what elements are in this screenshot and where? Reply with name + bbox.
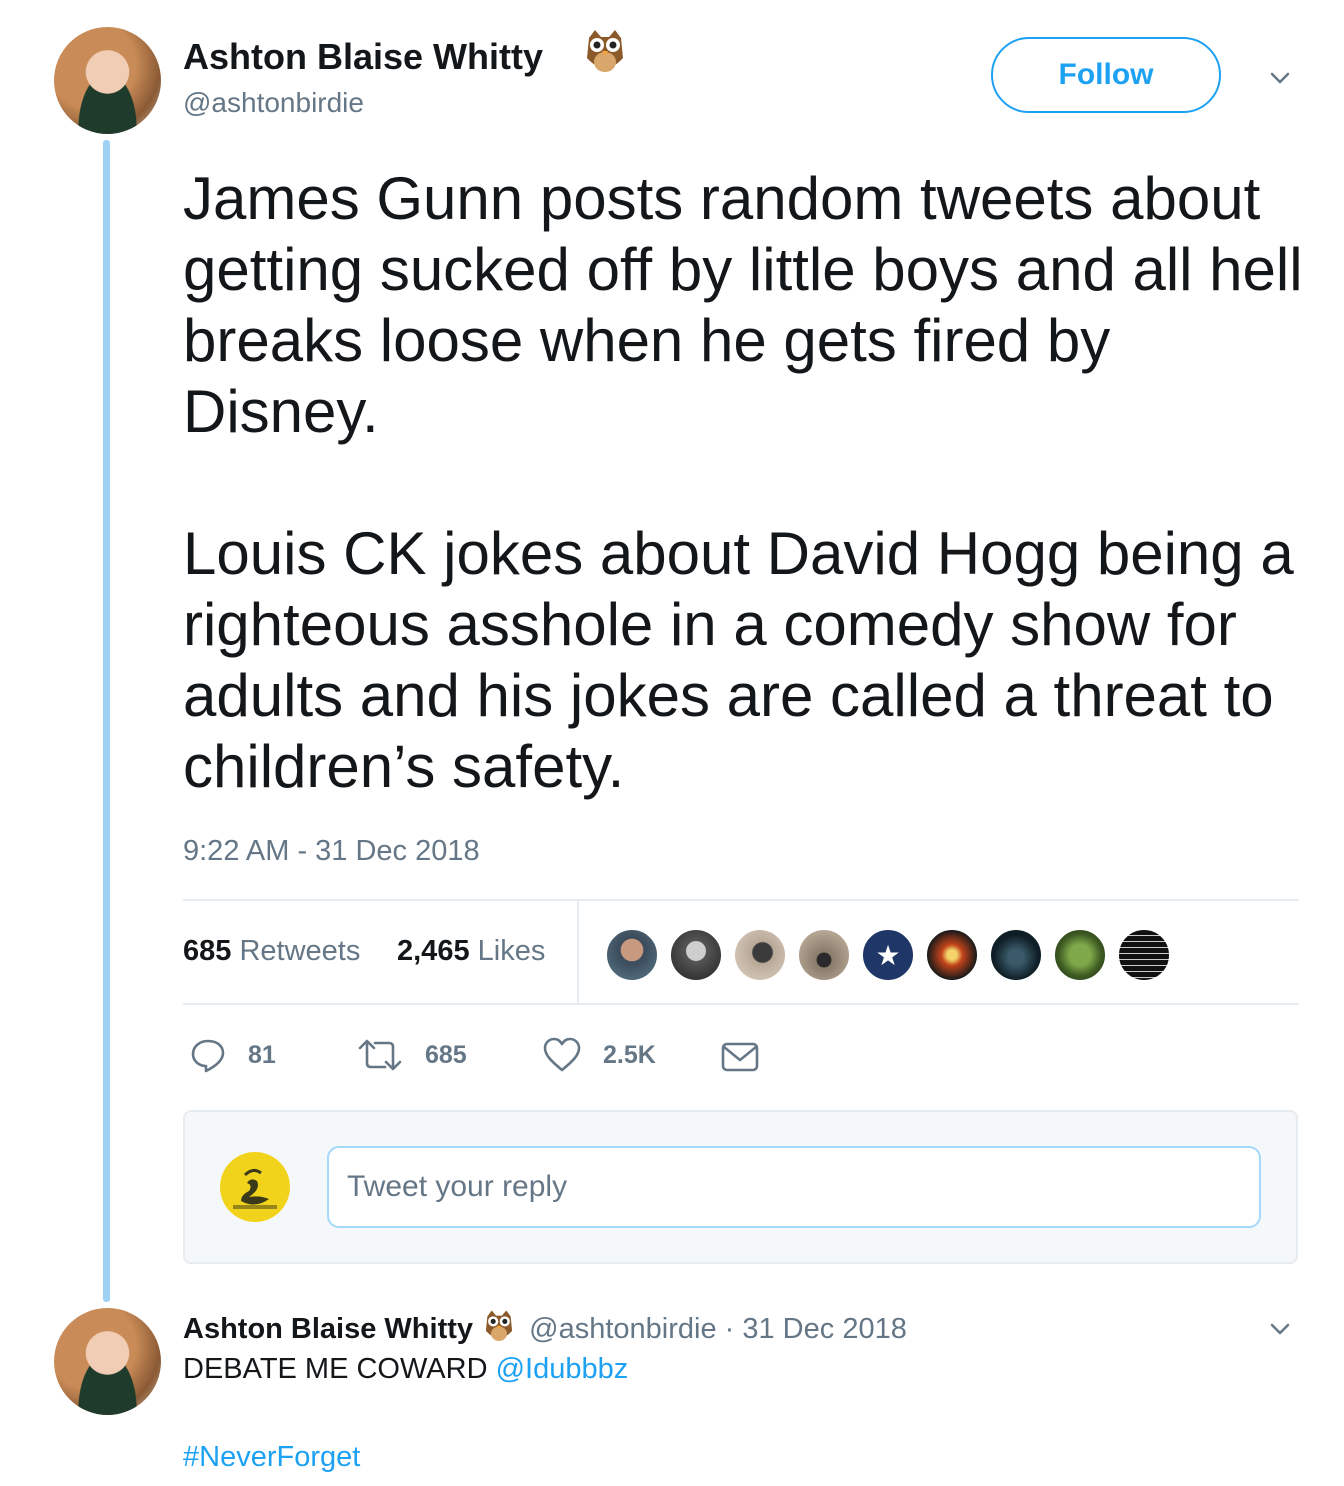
reply-author-handle[interactable]: @ashtonbirdie [529, 1313, 716, 1345]
thread-line [103, 140, 110, 1302]
like-action[interactable]: 2.5K [543, 1037, 656, 1073]
star-avatar-icon[interactable]: ★ [861, 928, 915, 982]
retweets-count: 685 [183, 935, 232, 967]
liker-avatar[interactable] [1053, 928, 1107, 982]
likes-stat[interactable]: 2,465 Likes [397, 935, 545, 968]
author-avatar[interactable] [54, 27, 161, 134]
liker-avatar[interactable] [925, 928, 979, 982]
reply-input[interactable]: Tweet your reply [327, 1146, 1261, 1228]
divider [183, 899, 1299, 901]
direct-message-icon[interactable] [721, 1041, 759, 1073]
avatar-image [54, 27, 161, 134]
liker-avatar[interactable] [669, 928, 723, 982]
tweet-timestamp[interactable]: 9:22 AM - 31 Dec 2018 [183, 835, 480, 868]
reply-action[interactable]: 81 [190, 1037, 276, 1073]
liker-avatar[interactable] [733, 928, 787, 982]
retweets-stat[interactable]: 685 Retweets [183, 935, 360, 968]
reply-header: Ashton Blaise Whitty @ashtonbirdie · 31 … [183, 1309, 907, 1346]
follow-button[interactable]: Follow [991, 37, 1221, 113]
retweets-label: Retweets [239, 935, 361, 967]
divider [183, 1003, 1299, 1005]
reply-date[interactable]: · 31 Dec 2018 [725, 1313, 907, 1345]
stats-separator [577, 901, 579, 1003]
reply-text: DEBATE ME COWARD @Idubbbz [183, 1352, 628, 1386]
retweet-count: 685 [425, 1040, 467, 1069]
gadsden-flag-avatar-icon[interactable] [219, 1151, 291, 1223]
heart-icon [543, 1037, 581, 1072]
reply-count: 81 [248, 1040, 276, 1069]
text-avatar-icon[interactable] [1117, 928, 1171, 982]
liker-avatar[interactable] [797, 928, 851, 982]
reply-icon [191, 1039, 225, 1073]
reply-author-name[interactable]: Ashton Blaise Whitty [183, 1313, 473, 1345]
chevron-down-icon[interactable] [1270, 1319, 1290, 1339]
retweet-action[interactable]: 685 [357, 1037, 467, 1073]
reply-author-avatar[interactable] [54, 1308, 161, 1415]
owl-emoji-icon [587, 30, 623, 72]
hashtag-link[interactable]: #NeverForget [183, 1440, 360, 1474]
author-name[interactable]: Ashton Blaise Whitty [183, 36, 543, 78]
tweet-text: James Gunn posts random tweets about get… [183, 165, 1303, 800]
retweet-icon [358, 1039, 402, 1071]
likes-label: Likes [477, 935, 546, 967]
like-count: 2.5K [603, 1040, 656, 1069]
likes-count: 2,465 [397, 935, 470, 967]
mention-link[interactable]: @Idubbbz [496, 1353, 629, 1385]
avatar-image [54, 1308, 161, 1415]
owl-emoji-icon [485, 1310, 513, 1342]
liker-avatar[interactable] [605, 928, 659, 982]
liker-avatar[interactable] [989, 928, 1043, 982]
reply-text-body: DEBATE ME COWARD [183, 1353, 496, 1385]
chevron-down-icon[interactable] [1270, 68, 1290, 88]
author-handle[interactable]: @ashtonbirdie [183, 87, 364, 119]
